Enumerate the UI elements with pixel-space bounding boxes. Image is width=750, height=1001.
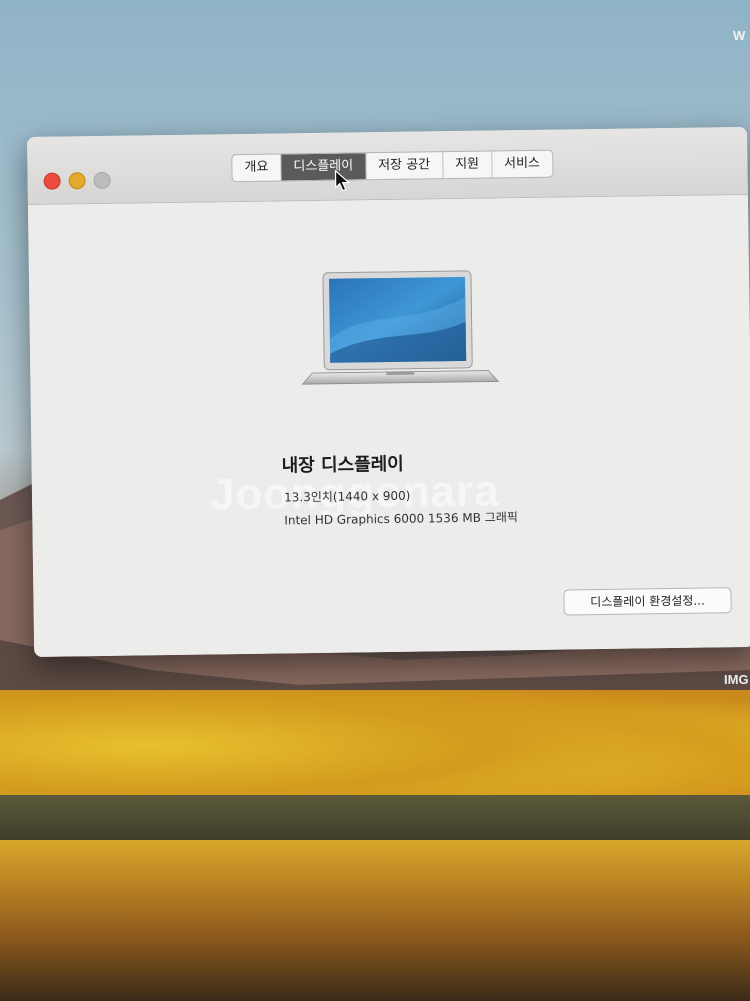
shoreline [0,795,750,845]
zoom-button[interactable] [93,171,111,190]
desktop-photo: W IMG 개요 디스플레이 저장 공간 지원 서비스 Joonggonara … [0,0,750,1001]
mouse-cursor-icon [334,169,351,192]
display-panel: Joonggonara 내장 디스플레이 13.3인치(1440 x 900) … [27,194,750,657]
tab-overview[interactable]: 개요 [232,154,282,182]
title-bar[interactable]: 개요 디스플레이 저장 공간 지원 서비스 [27,126,748,205]
minimize-button[interactable] [68,172,86,190]
edge-text-right: IMG [724,672,749,687]
display-preferences-button[interactable]: 디스플레이 환경설정... [563,587,732,616]
tab-service[interactable]: 서비스 [492,151,552,178]
tab-storage[interactable]: 저장 공간 [365,152,444,180]
tab-support[interactable]: 지원 [442,151,493,179]
display-resolution: 13.3인치(1440 x 900) [283,488,411,505]
edge-text-top: W [733,28,746,43]
tab-bar: 개요 디스플레이 저장 공간 지원 서비스 [231,149,554,183]
macbook-air-icon [301,270,500,385]
graphics-info: Intel HD Graphics 6000 1536 MB 그래픽 [284,510,518,528]
display-title: 내장 디스플레이 [281,453,404,477]
close-button[interactable] [43,172,61,190]
lake-reflection [0,840,750,1001]
about-this-mac-window: 개요 디스플레이 저장 공간 지원 서비스 Joonggonara 내장 디스플… [27,126,750,657]
tab-displays[interactable]: 디스플레이 [281,153,367,181]
